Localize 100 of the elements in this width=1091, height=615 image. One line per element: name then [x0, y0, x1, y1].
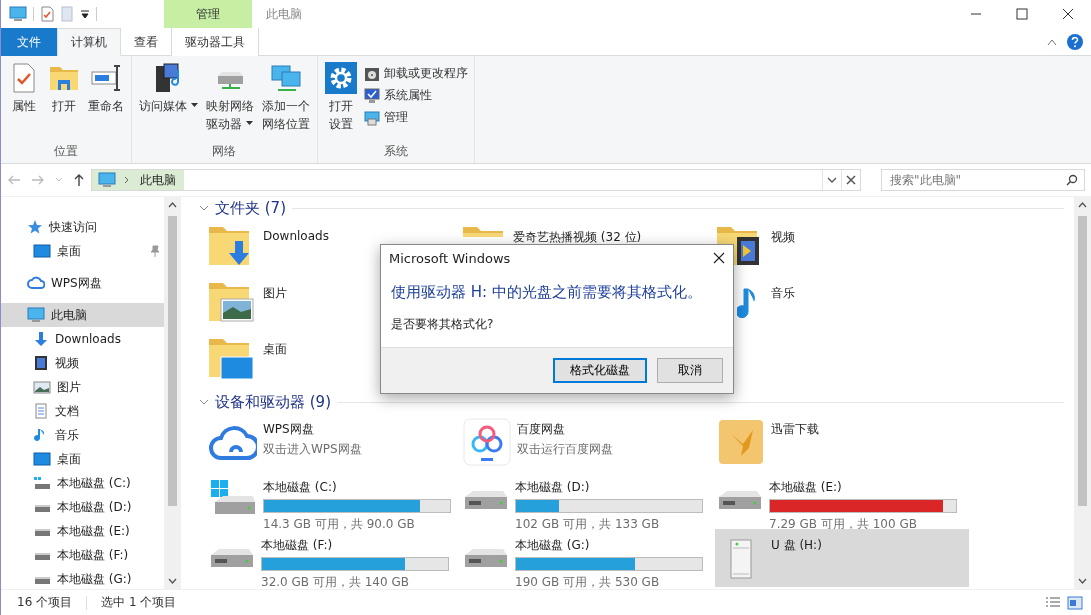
folder-name[interactable]: 桌面 — [263, 335, 287, 358]
section-header[interactable]: 设备和驱动器 (9) — [215, 392, 331, 412]
ribbon-tab[interactable]: 文件 — [1, 28, 57, 56]
bird-folder-icon — [717, 418, 765, 466]
help-icon[interactable] — [1067, 33, 1083, 50]
chevron-right-icon[interactable] — [124, 176, 130, 184]
music-note-icon — [737, 287, 757, 319]
close-icon[interactable] — [713, 252, 725, 264]
drive-tile[interactable]: 百度网盘 双击运行百度网盘 — [461, 413, 715, 471]
maximize-icon[interactable] — [1014, 6, 1030, 22]
ribbon-button[interactable]: 管理 — [361, 108, 470, 127]
folder-name[interactable]: 视频 — [771, 223, 795, 246]
nav-item[interactable]: 本地磁盘 (F:) — [1, 543, 164, 567]
checked-monitor-icon — [363, 87, 380, 104]
nav-item[interactable]: 本地磁盘 (E:) — [1, 519, 164, 543]
nav-item[interactable]: 本地磁盘 (D:) — [1, 495, 164, 519]
nav-item[interactable]: 本地磁盘 (C:) — [1, 471, 164, 495]
nav-item[interactable]: 本地磁盘 (G:) — [1, 567, 164, 591]
ribbon-button[interactable]: 属性 — [5, 60, 43, 117]
search-box[interactable]: 搜索"此电脑" — [881, 169, 1085, 191]
ribbon-tab[interactable]: 计算机 — [57, 28, 121, 56]
nav-item[interactable]: 文档 — [1, 399, 164, 423]
nav-item[interactable]: 图片 — [1, 375, 164, 399]
hard-drive-icon — [463, 489, 509, 511]
drive-name: 本地磁盘 (C:) — [263, 479, 338, 496]
nav-item[interactable]: 桌面 — [1, 239, 164, 263]
nav-item[interactable]: WPS网盘 — [1, 271, 164, 295]
dialog-button[interactable]: 格式化磁盘 — [553, 358, 647, 383]
scroll-up-icon[interactable] — [168, 202, 177, 208]
drive-tile[interactable]: WPS网盘 双击进入WPS网盘 — [207, 413, 461, 471]
up-arrow-icon[interactable] — [73, 173, 85, 187]
star-icon — [27, 219, 43, 235]
collapse-ribbon-icon[interactable] — [1047, 37, 1057, 46]
folder-name[interactable]: 图片 — [263, 279, 287, 302]
nav-item[interactable]: 快速访问 — [1, 215, 164, 239]
ribbon-button[interactable]: 打开 — [45, 60, 83, 117]
drive-name: 本地磁盘 (E:) — [769, 479, 843, 496]
cloud-app-icon — [463, 418, 511, 466]
monitor-icon — [98, 172, 116, 188]
nav-item[interactable]: Downloads — [1, 327, 164, 351]
ribbon-button[interactable]: 映射网络 驱动器 — [202, 60, 257, 135]
status-text: 16 个项目 — [17, 594, 73, 611]
hard-drive-icon — [209, 547, 255, 569]
ribbon-tab[interactable]: 查看 — [121, 28, 171, 56]
caret-icon[interactable] — [190, 103, 198, 107]
folder-name[interactable]: 音乐 — [771, 279, 795, 302]
nav-item[interactable]: 音乐 — [1, 423, 164, 447]
drive-tile[interactable]: U 盘 (H:) — [715, 529, 969, 587]
drive-tile[interactable]: 迅雷下载 — [715, 413, 969, 471]
ribbon-button[interactable]: 添加一个 网络位置 — [258, 60, 313, 135]
chevron-down-icon[interactable] — [827, 177, 837, 183]
scrollbar-thumb[interactable] — [168, 216, 177, 506]
scrollbar-thumb[interactable] — [1078, 216, 1087, 506]
window-title: 此电脑 — [265, 5, 303, 23]
dialog-message: 是否要将其格式化? — [390, 316, 495, 333]
film-icon — [33, 355, 49, 371]
nav-item[interactable]: 桌面 — [1, 447, 164, 471]
hard-drive-icon — [717, 489, 763, 511]
folder-name[interactable]: 爱奇艺热播视频 (32 位) — [513, 223, 642, 246]
blank-page-icon — [60, 6, 74, 22]
scroll-up-icon[interactable] — [1078, 202, 1087, 208]
folder-name[interactable]: Downloads — [263, 223, 329, 243]
chevron-down-icon[interactable] — [199, 204, 209, 212]
ribbon-button[interactable]: 卸载或更改程序 — [361, 64, 470, 83]
desktop-icon — [33, 243, 51, 259]
monitor-icon — [27, 307, 45, 323]
ribbon-button[interactable]: 打开 设置 — [321, 60, 360, 135]
address-bar[interactable]: 此电脑 — [91, 169, 861, 191]
nav-item[interactable]: 视频 — [1, 351, 164, 375]
system-drive-icon — [33, 475, 51, 491]
ribbon-button[interactable]: 访问媒体 — [136, 60, 201, 117]
search-input[interactable]: 搜索"此电脑" — [888, 172, 1066, 188]
close-icon[interactable] — [1060, 6, 1076, 22]
drive-name: 百度网盘 — [517, 421, 566, 438]
tiles-view-icon[interactable] — [1067, 595, 1083, 610]
document-icon — [33, 403, 49, 419]
dialog-button[interactable]: 取消 — [657, 358, 723, 383]
settings-icon — [324, 62, 357, 94]
scroll-down-icon[interactable] — [1078, 578, 1087, 584]
section-header[interactable]: 文件夹 (7) — [215, 198, 286, 218]
dialog-heading: 使用驱动器 H: 中的光盘之前需要将其格式化。 — [390, 282, 703, 303]
hard-drive-icon — [463, 547, 509, 569]
group-label: 网络 — [211, 143, 238, 160]
pin-icon[interactable] — [150, 245, 160, 257]
computer-manage-icon — [363, 109, 380, 126]
status-text: 选中 1 个项目 — [101, 594, 177, 611]
dropdown-icon — [80, 9, 90, 19]
dialog-title: Microsoft Windows — [389, 250, 511, 266]
cloud-icon — [27, 275, 45, 291]
nav-item[interactable]: 此电脑 — [1, 303, 164, 327]
scroll-down-icon[interactable] — [168, 578, 177, 584]
ribbon-button[interactable]: 系统属性 — [361, 86, 470, 105]
picture-icon — [33, 379, 51, 395]
search-icon[interactable] — [1066, 174, 1078, 186]
caret-icon[interactable] — [246, 121, 254, 125]
ribbon-tab[interactable]: 驱动器工具 — [171, 28, 259, 56]
chevron-down-icon[interactable] — [199, 398, 209, 406]
disc-box-icon — [363, 65, 380, 82]
close-icon[interactable] — [846, 175, 856, 185]
ribbon-button[interactable]: 重命名 — [85, 60, 127, 117]
